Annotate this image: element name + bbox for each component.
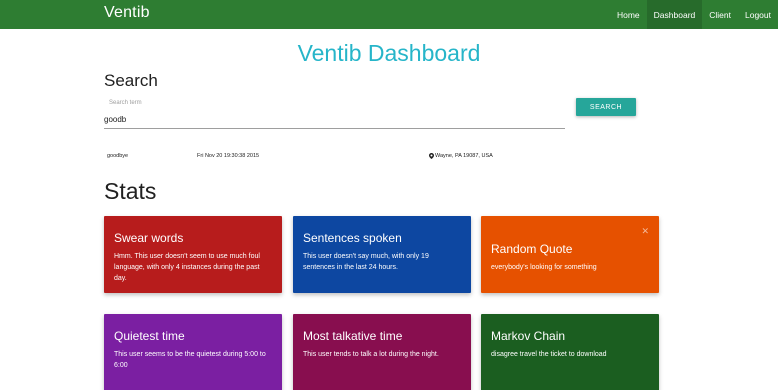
close-icon[interactable]: ✕ [641, 226, 649, 237]
card-title: Most talkative time [303, 329, 403, 343]
result-location-text: Wayne, PA 19087, USA [435, 153, 493, 159]
page-title: Ventib Dashboard [297, 40, 481, 66]
card-title: Sentences spoken [303, 231, 402, 245]
card-title: Quietest time [114, 329, 185, 343]
card-title: Markov Chain [491, 329, 566, 343]
nav-logout[interactable]: Logout [738, 0, 778, 29]
result-time: Fri Nov 20 19:30:38 2015 [197, 153, 260, 159]
card-text: disagree travel the ticket to download [491, 351, 607, 358]
card-text: This user seems to be the quietest durin… [114, 351, 266, 369]
search-button[interactable]: SEARCH [576, 98, 636, 116]
nav-client[interactable]: Client [702, 0, 738, 29]
nav-links: Home Dashboard Client Logout [610, 0, 778, 29]
search-label: Search term [109, 100, 142, 106]
card-markov-chain: Markov Chain disagree travel the ticket … [481, 314, 659, 390]
card-text: Hmm. This user doesn't seem to use much … [114, 253, 260, 282]
nav-home[interactable]: Home [610, 0, 647, 29]
card-title: Random Quote [491, 242, 573, 256]
stats-heading: Stats [104, 178, 157, 204]
card-most-talkative-time: Most talkative time This user tends to t… [293, 314, 471, 390]
card-sentences-spoken: Sentences spoken This user doesn't say m… [293, 216, 471, 293]
map-pin-icon [429, 153, 434, 159]
search-result-row: goodbye Fri Nov 20 19:30:38 2015 Wayne, … [104, 153, 664, 163]
brand-logo[interactable]: Ventib [104, 4, 150, 22]
card-text: This user tends to talk a lot during the… [303, 351, 439, 358]
card-swear-words: Swear words Hmm. This user doesn't seem … [104, 216, 282, 293]
card-random-quote: ✕ Random Quote everybody's looking for s… [481, 216, 659, 293]
nav-dashboard[interactable]: Dashboard [646, 0, 703, 29]
navbar: Ventib Home Dashboard Client Logout [0, 0, 778, 29]
search-heading: Search [104, 71, 158, 90]
result-location: Wayne, PA 19087, USA [429, 153, 493, 159]
result-word: goodbye [107, 153, 129, 159]
card-text: everybody's looking for something [491, 264, 597, 271]
card-quietest-time: Quietest time This user seems to be the … [104, 314, 282, 390]
card-title: Swear words [114, 231, 184, 245]
search-input[interactable] [104, 111, 565, 129]
card-text: This user doesn't say much, with only 19… [303, 253, 429, 271]
